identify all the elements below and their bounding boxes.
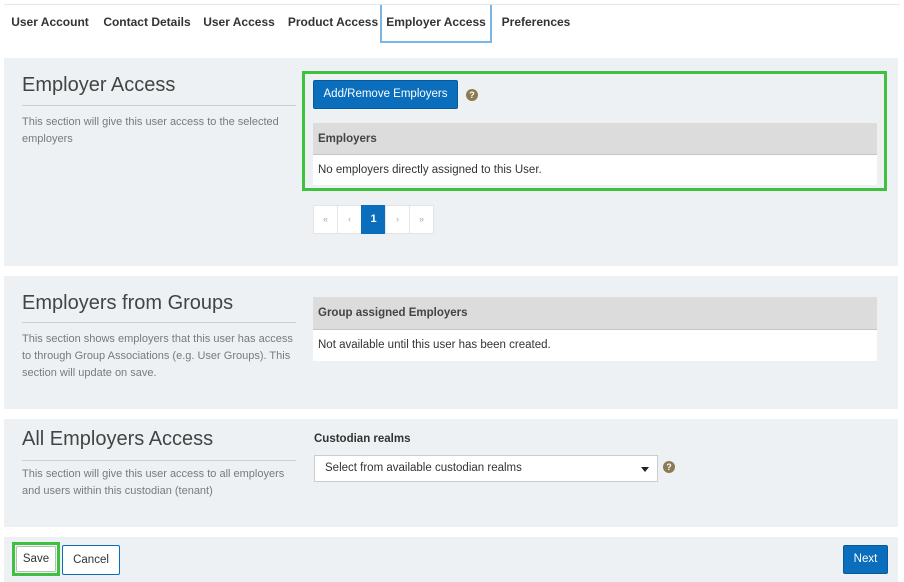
section-divider — [22, 322, 296, 323]
section-title: All Employers Access — [22, 428, 214, 450]
pagination: « ‹ 1 › » — [313, 205, 434, 234]
page-prev-button[interactable]: ‹ — [337, 205, 362, 234]
custodian-realms-label: Custodian realms — [314, 433, 411, 445]
employers-table: Employers No employers directly assigned… — [313, 123, 877, 185]
question-icon[interactable]: ? — [663, 461, 675, 473]
tab-bar: User Account Contact Details User Access… — [4, 4, 900, 43]
footer-bar — [4, 537, 898, 582]
select-placeholder: Select from available custodian realms — [325, 462, 522, 474]
table-empty-row: No employers directly assigned to this U… — [318, 164, 542, 176]
section-description: This section will give this user access … — [22, 116, 279, 145]
page-first-button[interactable]: « — [313, 205, 338, 234]
tab-product-access[interactable]: Product Access — [286, 5, 380, 43]
page-current-button[interactable]: 1 — [361, 205, 386, 234]
question-icon[interactable]: ? — [466, 89, 478, 101]
custodian-realms-select[interactable]: Select from available custodian realms — [314, 455, 658, 482]
tab-employer-access[interactable]: Employer Access — [380, 5, 492, 43]
cancel-button[interactable]: Cancel — [62, 545, 120, 575]
table-empty-row: Not available until this user has been c… — [318, 339, 551, 351]
table-header: Employers — [313, 123, 877, 155]
tab-user-access[interactable]: User Access — [202, 5, 276, 43]
tab-preferences[interactable]: Preferences — [498, 5, 574, 43]
section-title: Employer Access — [22, 74, 176, 96]
page-next-button[interactable]: › — [385, 205, 410, 234]
group-employers-table: Group assigned Employers Not available u… — [313, 297, 877, 361]
section-divider — [22, 105, 296, 106]
save-button[interactable]: Save — [16, 546, 56, 572]
section-description: This section shows employers that this u… — [22, 333, 293, 379]
add-remove-employers-button[interactable]: Add/Remove Employers — [313, 80, 458, 109]
chevron-down-icon — [641, 467, 649, 472]
page-last-button[interactable]: » — [409, 205, 434, 234]
tab-contact-details[interactable]: Contact Details — [100, 5, 194, 43]
section-description: This section will give this user access … — [22, 468, 285, 497]
tab-user-account[interactable]: User Account — [8, 5, 92, 43]
next-button[interactable]: Next — [843, 545, 888, 574]
section-divider — [22, 460, 296, 461]
table-header: Group assigned Employers — [313, 297, 877, 330]
section-title: Employers from Groups — [22, 292, 234, 314]
